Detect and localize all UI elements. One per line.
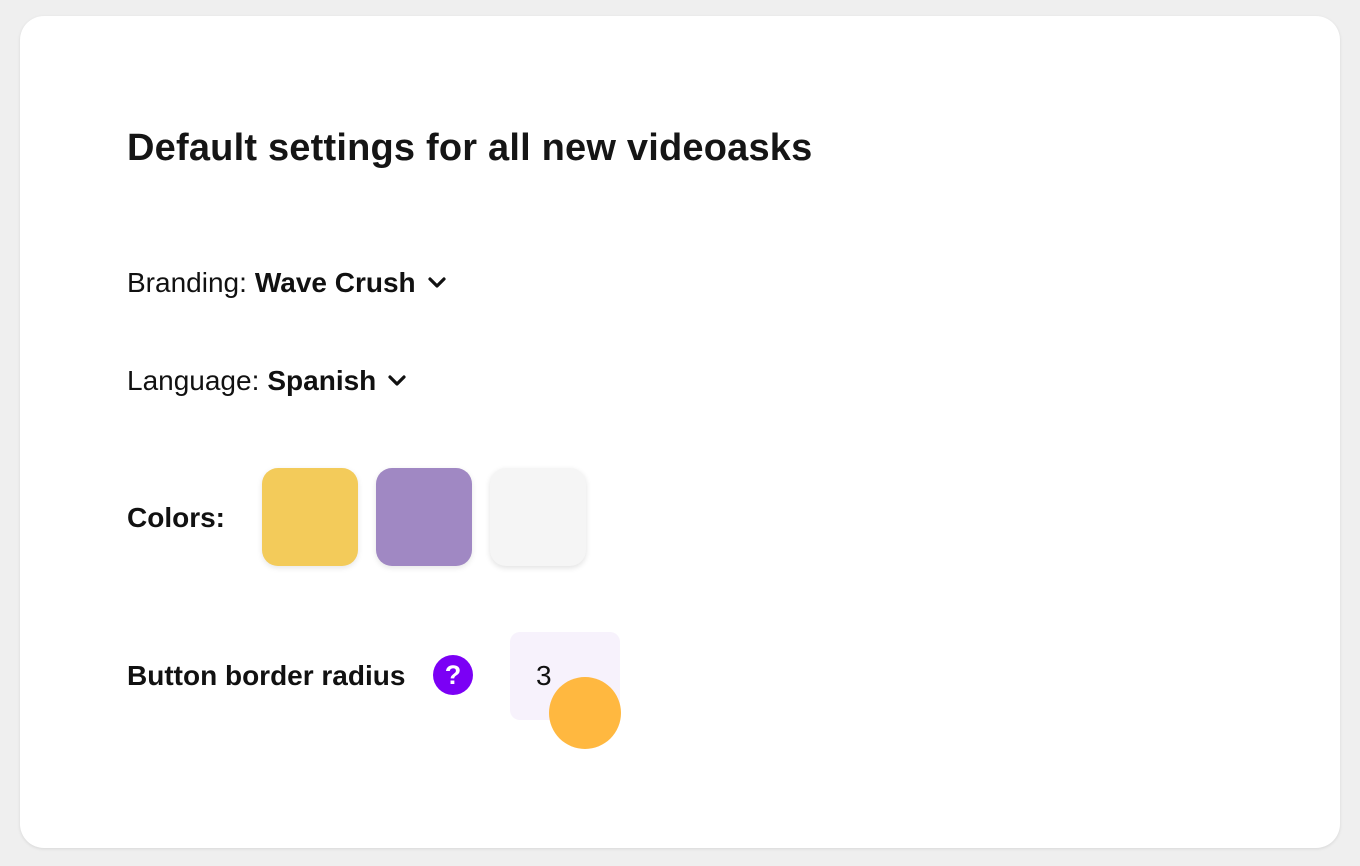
branding-label: Branding: [127,267,247,298]
language-label: Language: [127,365,260,396]
branding-value: Wave Crush [254,267,416,298]
language-dropdown[interactable]: Language: Spanish [127,364,408,398]
color-swatch-secondary[interactable] [376,468,472,566]
colors-label: Colors: [127,502,225,533]
color-swatch-background[interactable] [490,468,586,566]
chevron-down-icon [386,370,408,392]
button-border-radius-label: Button border radius [127,660,406,691]
language-value: Spanish [267,365,377,396]
settings-card: Default settings for all new videoasks B… [20,16,1340,848]
page-title: Default settings for all new videoasks [127,127,813,169]
color-swatch-primary[interactable] [262,468,358,566]
border-radius-input[interactable] [510,632,620,720]
question-mark-icon[interactable]: ? [433,655,473,695]
chevron-down-icon [426,272,448,294]
branding-dropdown[interactable]: Branding: Wave Crush [127,266,448,300]
